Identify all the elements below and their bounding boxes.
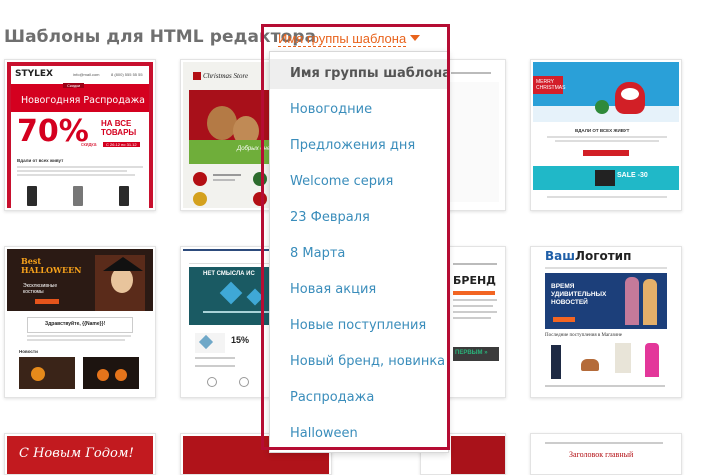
stylex-email: info@mail.com [73, 72, 100, 77]
template-card-headline[interactable]: Заголовок главный [530, 433, 682, 475]
no-sense-percent: 15% [231, 335, 250, 345]
template-card-halloween[interactable]: Best HALLOWEEN Эксклюзивные костюмы Здра… [4, 246, 156, 398]
stylex-badge: Скидки [63, 83, 85, 88]
brand-button: ПЕРВЫМ » [455, 350, 488, 356]
template-preview: Best HALLOWEEN Эксклюзивные костюмы Здра… [7, 249, 153, 395]
stylex-phone: 8 (800) 555 55 55 [111, 72, 143, 77]
christmas-store-logo: Christmas Store [203, 72, 249, 80]
merry-christmas-badge: MERRY CHRISTMAS [533, 76, 565, 94]
template-card-logo[interactable]: ВашЛоготип ВРЕМЯ УДИВИТЕЛЬНЫХ НОВОСТЕЙ П… [530, 246, 682, 398]
halloween-title: Best HALLOWEEN [21, 256, 82, 275]
merry-christmas-sale: SALE -30 [617, 172, 648, 179]
brand-label: БРЕНД [453, 274, 496, 287]
dropdown-highlight-frame [261, 24, 450, 450]
stylex-dates: С 26.12 по 31.12 [103, 142, 140, 147]
halloween-news: Новости [19, 349, 38, 354]
headline-title: Заголовок главный [569, 450, 634, 459]
template-preview: ВашЛоготип ВРЕМЯ УДИВИТЕЛЬНЫХ НОВОСТЕЙ П… [533, 249, 679, 395]
logo-template-banner: ВРЕМЯ УДИВИТЕЛЬНЫХ НОВОСТЕЙ [551, 283, 607, 306]
stylex-percent: 70% [17, 114, 89, 149]
stylex-logo: STYLEX [15, 69, 53, 79]
stylex-discount-word: скидка [81, 142, 97, 148]
stylex-all-goods: НА ВСЕ ТОВАРЫ [101, 119, 137, 137]
logo-template-caption: Последние поступления в Магазине [545, 333, 622, 338]
template-card-new-year[interactable]: С Новым Годом! [4, 433, 156, 475]
no-sense-headline: НЕТ СМЫСЛА ИС [203, 271, 255, 277]
stylex-banner: Новогодняя Распродажа [21, 95, 145, 106]
logo-prefix: Ваш [545, 249, 575, 263]
merry-christmas-headline: ВДАЛИ ОТ ВСЕХ ЖИВУТ [575, 128, 630, 133]
template-card-stylex[interactable]: STYLEX info@mail.com 8 (800) 555 55 55 С… [4, 59, 156, 211]
template-preview: MERRY CHRISTMAS ВДАЛИ ОТ ВСЕХ ЖИВУТ SALE… [533, 62, 679, 208]
logo-suffix: Логотип [575, 249, 632, 263]
halloween-subtitle: Эксклюзивные костюмы [23, 283, 58, 295]
logo-template-logo: ВашЛоготип [545, 249, 631, 263]
halloween-greeting: Здравствуйте, {{Name}}! [45, 321, 106, 327]
template-card-merry-christmas[interactable]: MERRY CHRISTMAS ВДАЛИ ОТ ВСЕХ ЖИВУТ SALE… [530, 59, 682, 211]
template-preview: STYLEX info@mail.com 8 (800) 555 55 55 С… [7, 62, 153, 208]
stylex-section: Вдали от всех живут [17, 158, 64, 163]
